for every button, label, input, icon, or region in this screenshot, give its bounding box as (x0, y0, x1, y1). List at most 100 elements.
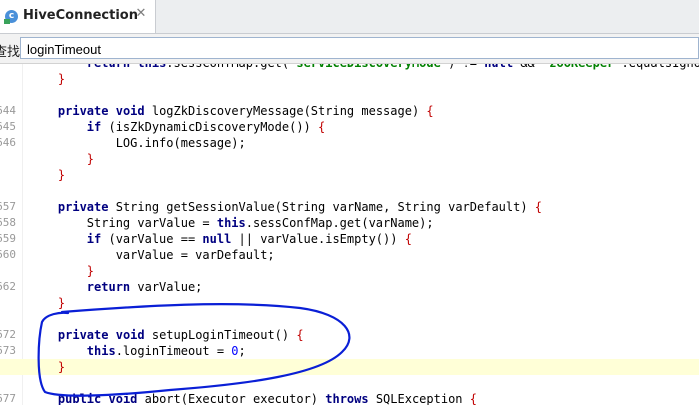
line-number: 659 (0, 232, 16, 245)
code-token: varValue = varDefault; (29, 248, 275, 262)
code-token: } (29, 168, 66, 182)
line-number: 677 (0, 392, 16, 405)
code-line[interactable] (0, 183, 699, 199)
code-token: String (86, 216, 131, 230)
code-token: void (108, 392, 138, 405)
code-token: logZkDiscoveryMessage( (144, 104, 311, 118)
code-text: } (29, 167, 65, 183)
code-token: public (57, 392, 102, 405)
code-line[interactable]: 646 LOG.info(message); (0, 135, 699, 151)
code-token: ) != (448, 64, 484, 70)
code-line[interactable]: 657 private String getSessionValue(Strin… (0, 199, 699, 215)
line-number: 644 (0, 104, 16, 117)
code-text: private void setupLoginTimeout() { (29, 327, 304, 343)
code-token: null (484, 64, 513, 70)
code-token: (varValue == (101, 232, 203, 246)
code-token: null (202, 232, 232, 246)
code-line[interactable] (0, 87, 699, 103)
code-line[interactable]: 677 public void abort(Executor executor)… (0, 391, 699, 405)
code-line[interactable]: } (0, 295, 699, 311)
code-text: return this.sessConfMap.get("serviceDisc… (29, 64, 699, 71)
tab-title: HiveConnection (23, 8, 138, 23)
code-token: void (115, 328, 145, 342)
code-token: return (87, 64, 130, 70)
code-line[interactable] (0, 311, 699, 327)
code-token: throws (325, 392, 369, 405)
tab-hiveconnection[interactable]: c HiveConnection ✕ (0, 0, 156, 33)
code-token: String (397, 200, 441, 214)
code-token: return (86, 280, 131, 294)
code-token: } (29, 360, 66, 374)
code-token: abort(Executor executor) (137, 392, 326, 405)
code-line[interactable]: 658 String varValue = this.sessConfMap.g… (0, 215, 699, 231)
code-text: } (29, 151, 94, 167)
code-token: getSessionValue( (159, 200, 282, 214)
code-token: String (115, 200, 160, 214)
code-token: { (404, 232, 412, 246)
code-token: message) (354, 104, 427, 118)
code-token: .loginTimeout = (115, 344, 232, 358)
code-token: if (86, 120, 102, 134)
code-token: { (426, 104, 434, 118)
code-token: || varValue.isEmpty()) (231, 232, 405, 246)
code-line[interactable]: 662 return varValue; (0, 279, 699, 295)
code-text: return varValue; (29, 279, 203, 295)
code-line[interactable]: } (0, 71, 699, 87)
code-text: private String getSessionValue(String va… (29, 199, 542, 215)
code-text: if (varValue == null || varValue.isEmpty… (29, 231, 412, 247)
code-token: { (296, 328, 304, 342)
close-icon[interactable]: ✕ (134, 7, 148, 21)
java-class-icon: c (4, 10, 18, 24)
line-number: 672 (0, 328, 16, 341)
code-token: this (137, 64, 166, 70)
code-token: if (86, 232, 102, 246)
line-number: 658 (0, 216, 16, 229)
code-text: } (29, 359, 65, 375)
code-token: } (29, 296, 66, 310)
code-line[interactable]: 644 private void logZkDiscoveryMessage(S… (0, 103, 699, 119)
code-editor[interactable]: return this.sessConfMap.get("serviceDisc… (0, 64, 699, 405)
code-text: String varValue = this.sessConfMap.get(v… (29, 215, 434, 231)
code-token: varDefault) (440, 200, 535, 214)
code-line[interactable]: 645 if (isZkDynamicDiscoveryMode()) { (0, 119, 699, 135)
code-text: varValue = varDefault; (29, 247, 275, 263)
code-line[interactable]: } (0, 263, 699, 279)
code-line[interactable] (0, 375, 699, 391)
code-token: ; (238, 344, 246, 358)
code-token: this (86, 344, 116, 358)
code-token: this (216, 216, 246, 230)
code-line[interactable]: 659 if (varValue == null || varValue.isE… (0, 231, 699, 247)
code-line[interactable]: } (0, 359, 699, 375)
line-number: 645 (0, 120, 16, 133)
line-number: 646 (0, 136, 16, 149)
find-bar: 查找: (0, 34, 699, 64)
code-text: } (29, 71, 65, 87)
code-token: } (29, 264, 95, 278)
code-line[interactable]: 672 private void setupLoginTimeout() { (0, 327, 699, 343)
code-text: LOG.info(message); (29, 135, 246, 151)
code-token: SQLException (368, 392, 470, 405)
code-line[interactable]: return this.sessConfMap.get("serviceDisc… (0, 64, 699, 71)
code-token: LOG.info(message); (29, 136, 246, 150)
code-line[interactable]: 660 varValue = varDefault; (0, 247, 699, 263)
code-token: "serviceDiscoveryMode" (289, 64, 448, 70)
find-input[interactable] (20, 37, 699, 59)
code-token: void (115, 104, 145, 118)
code-line[interactable]: } (0, 151, 699, 167)
code-token: .sessConfMap.get( (166, 64, 289, 70)
code-line[interactable]: 673 this.loginTimeout = 0; (0, 343, 699, 359)
code-token: } (29, 72, 66, 86)
code-line[interactable]: } (0, 167, 699, 183)
code-token: private (57, 200, 109, 214)
code-token: private (57, 104, 109, 118)
